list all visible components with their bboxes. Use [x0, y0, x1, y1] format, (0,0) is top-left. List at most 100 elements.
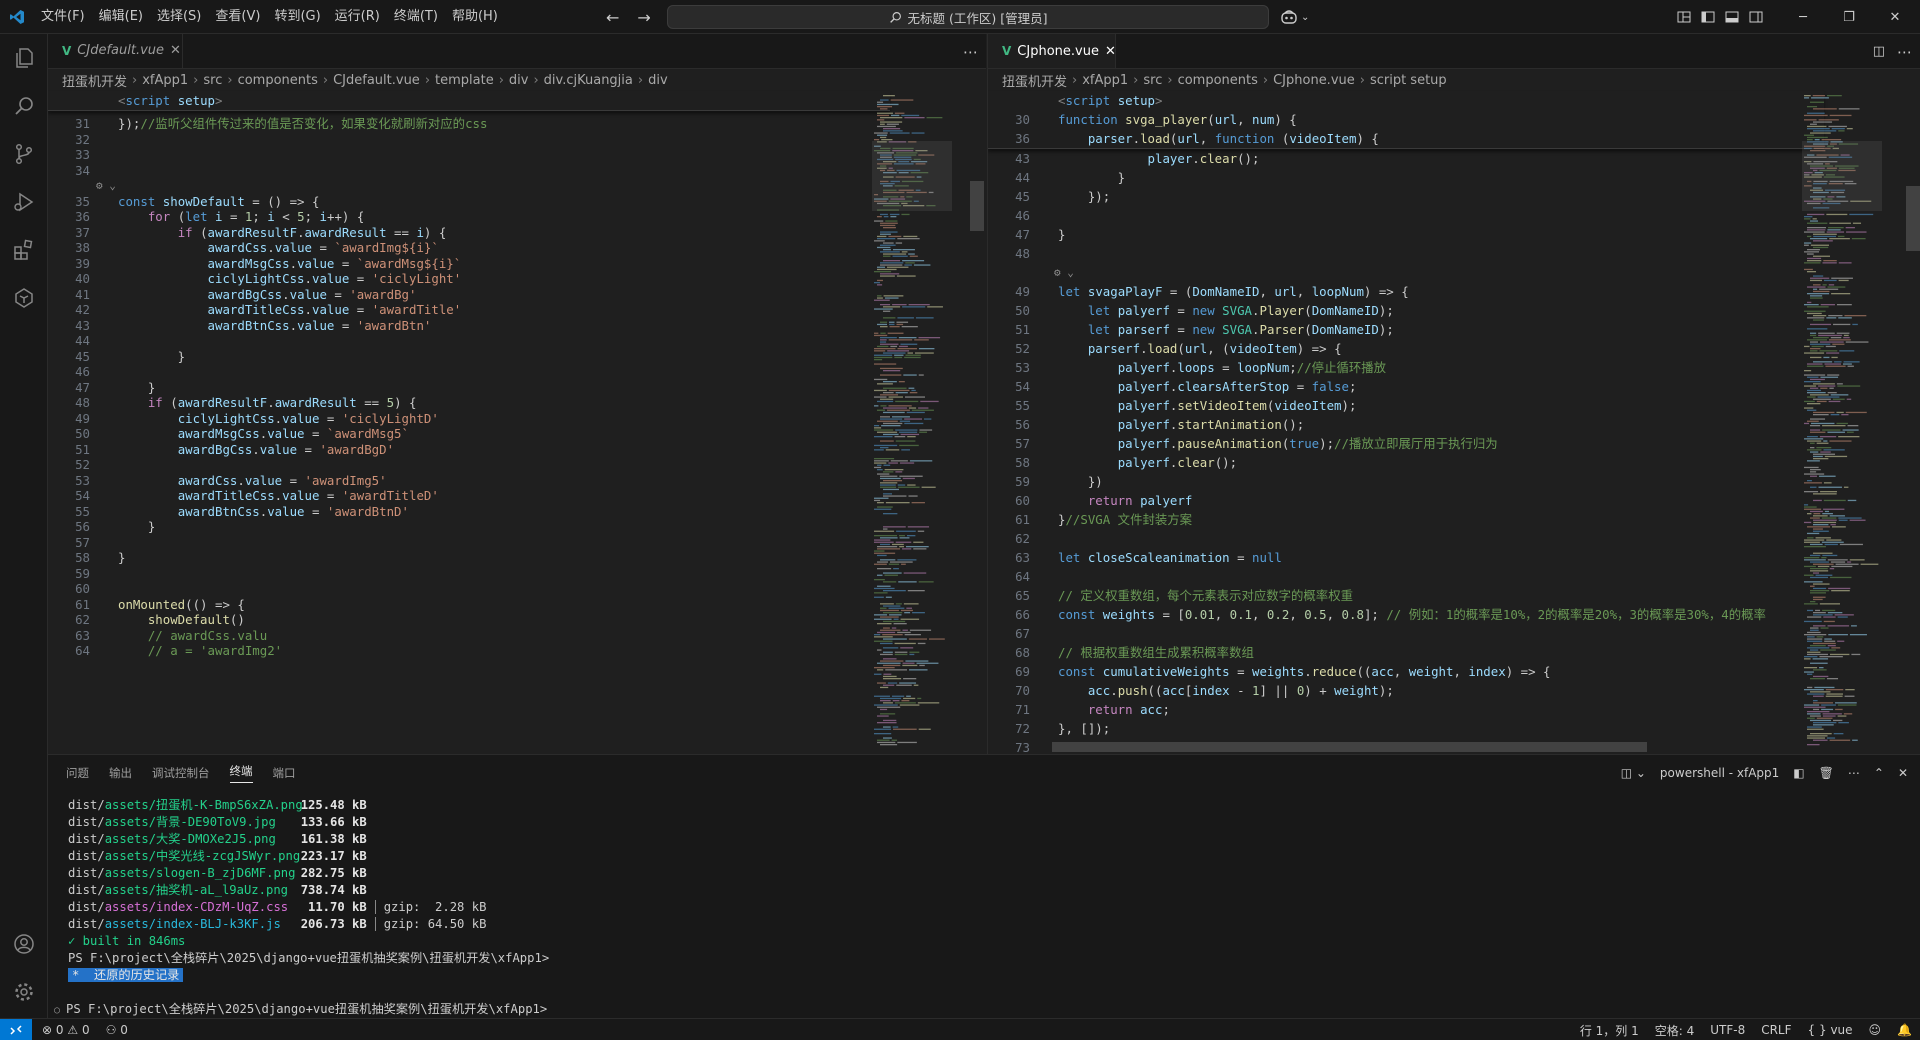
breadcrumb-item[interactable]: src: [1143, 73, 1162, 88]
breadcrumb-item[interactable]: xfApp1: [142, 73, 188, 88]
line-number: 63: [1015, 550, 1030, 565]
tab-cjdefault[interactable]: V CJdefault.vue ✕: [48, 34, 183, 68]
split-editor-icon[interactable]: ◫: [1873, 44, 1885, 59]
end-of-line[interactable]: CRLF: [1761, 1023, 1791, 1037]
copilot-icon[interactable]: ⌄: [1280, 0, 1309, 34]
split-icon[interactable]: ◧: [1793, 766, 1804, 780]
breadcrumb-item[interactable]: CJdefault.vue: [333, 73, 420, 88]
panel-tab[interactable]: 终端: [229, 763, 253, 783]
remote-indicator-icon[interactable]: [0, 1018, 32, 1040]
notifications-bell-icon[interactable]: 🔔: [1897, 1023, 1912, 1037]
code-line: 46: [988, 206, 1920, 225]
close-icon[interactable]: ✕: [1105, 44, 1116, 59]
menu-item[interactable]: 查看(V): [208, 0, 267, 34]
code-editor[interactable]: 31});//监听父组件传过来的值是否变化，如果变化就刷新对应的css 32 33 3…: [48, 91, 986, 754]
vertical-scrollbar[interactable]: [970, 91, 984, 754]
code-line: 43 player.clear();: [988, 149, 1920, 168]
minimize-icon[interactable]: ─: [1780, 0, 1826, 34]
code-text: }, []);: [1058, 721, 1111, 736]
problems-indicator[interactable]: ⊗ 0 ⚠ 0: [42, 1023, 90, 1037]
breadcrumb-item[interactable]: 扭蛋机开发: [1002, 71, 1067, 90]
breadcrumb-item[interactable]: template: [435, 73, 494, 88]
breadcrumb-item[interactable]: 扭蛋机开发: [62, 71, 127, 90]
menu-item[interactable]: 帮助(H): [445, 0, 505, 34]
terminal-name[interactable]: powershell - xfApp1: [1660, 766, 1779, 780]
vscode-logo-icon: [0, 0, 34, 34]
code-text: palyerf.loops = loopNum;//停止循环播放: [1117, 360, 1387, 375]
extensions-icon[interactable]: [0, 226, 48, 274]
split-terminal-icon[interactable]: ◫ ⌄: [1621, 766, 1646, 780]
code-line: 67: [988, 624, 1920, 643]
breadcrumb-item[interactable]: components: [238, 73, 318, 88]
minimap[interactable]: [872, 91, 952, 754]
more-actions-icon[interactable]: ⋯: [1897, 43, 1912, 61]
breadcrumb-item[interactable]: components: [1178, 73, 1258, 88]
panel-tab[interactable]: 端口: [273, 765, 296, 781]
customize-layout-icon[interactable]: [1677, 10, 1691, 24]
terminal-line: dist/assets/index-BLJ-k3KF.js 206.73 kB gz…: [68, 916, 549, 933]
back-arrow-icon[interactable]: ←: [606, 8, 619, 27]
menu-item[interactable]: 运行(R): [328, 0, 387, 34]
indentation[interactable]: 空格: 4: [1655, 1022, 1695, 1039]
terminal-dir: dist/: [68, 815, 105, 829]
maximize-panel-icon[interactable]: ⌃: [1874, 766, 1884, 780]
more-actions-icon[interactable]: ⋯: [1848, 766, 1860, 780]
menu-item[interactable]: 编辑(E): [92, 0, 150, 34]
terminal-prompt-current[interactable]: ○ PS F:\project\全栈碎片\2025\django+vue扭蛋机抽…: [54, 1001, 549, 1018]
account-icon[interactable]: [0, 920, 48, 968]
breadcrumb-item[interactable]: div: [648, 73, 668, 88]
language-mode[interactable]: { } vue: [1808, 1023, 1853, 1037]
trash-icon[interactable]: 🗑: [1819, 766, 1834, 780]
breadcrumb-item[interactable]: xfApp1: [1082, 73, 1128, 88]
terminal-size: 738.74 kB: [300, 883, 367, 897]
code-text: return acc;: [1087, 702, 1170, 717]
panel-tab[interactable]: 调试控制台: [152, 765, 210, 781]
fold-chevron-icon[interactable]: ⚙ ⌄: [1054, 263, 1074, 282]
menu-item[interactable]: 选择(S): [150, 0, 208, 34]
code-line: 49 let svagaPlayF = (DomNameID, url, loop…: [988, 282, 1920, 301]
minimap[interactable]: [1802, 91, 1882, 754]
close-panel-icon[interactable]: ✕: [1898, 766, 1908, 780]
tab-cjphone[interactable]: V CJphone.vue ✕: [988, 34, 1116, 68]
terminal[interactable]: dist/assets/扭蛋机-K-BmpS6xZA.png125.48 kB d…: [54, 797, 549, 1018]
vertical-scrollbar[interactable]: [1906, 91, 1920, 754]
line-number: 48: [1015, 246, 1030, 261]
ports-indicator[interactable]: ⚇ 0: [106, 1023, 128, 1037]
menu-item[interactable]: 终端(T): [387, 0, 445, 34]
code-line: 72}, []);: [988, 719, 1920, 738]
forward-arrow-icon[interactable]: →: [637, 8, 650, 27]
code-text: }//SVGA 文件封装方案: [1058, 512, 1193, 527]
search-icon[interactable]: [0, 82, 48, 130]
breadcrumb-item[interactable]: CJphone.vue: [1273, 73, 1355, 88]
panel-tab[interactable]: 输出: [109, 765, 132, 781]
horizontal-scrollbar[interactable]: [1052, 742, 1647, 752]
explorer-icon[interactable]: [0, 34, 48, 82]
remote-explorer-icon[interactable]: [0, 274, 48, 322]
copilot-status-icon[interactable]: ☺: [1869, 1023, 1882, 1037]
close-icon[interactable]: ✕: [170, 43, 181, 58]
settings-gear-icon[interactable]: [0, 968, 48, 1016]
close-icon[interactable]: ✕: [1872, 0, 1918, 34]
breadcrumb-item[interactable]: div: [509, 73, 529, 88]
menu-item[interactable]: 文件(F): [34, 0, 92, 34]
source-control-icon[interactable]: [0, 130, 48, 178]
breadcrumb-item[interactable]: src: [203, 73, 222, 88]
code-line: 62: [988, 529, 1920, 548]
encoding[interactable]: UTF-8: [1710, 1023, 1745, 1037]
terminal-dir: dist/: [68, 900, 105, 914]
breadcrumb: 扭蛋机开发 › xfApp1 › src › components › CJphone.vue ›…: [988, 69, 1920, 91]
menu-item[interactable]: 转到(G): [267, 0, 327, 34]
line-number: 70: [1015, 683, 1030, 698]
toggle-panel-icon[interactable]: [1725, 10, 1739, 24]
more-actions-icon[interactable]: ⋯: [963, 43, 978, 61]
breadcrumb-item[interactable]: script setup: [1370, 73, 1447, 88]
panel-tab[interactable]: 问题: [66, 765, 89, 781]
code-editor[interactable]: 43 player.clear(); 44 } 45 }); 46 47} 48 ⚙ ⌄ 49…: [988, 91, 1920, 754]
toggle-primary-sidebar-icon[interactable]: [1701, 10, 1715, 24]
breadcrumb-item[interactable]: div.cjKuangjia: [544, 73, 633, 88]
restore-icon[interactable]: ❐: [1826, 0, 1872, 34]
toggle-secondary-sidebar-icon[interactable]: [1749, 10, 1763, 24]
run-debug-icon[interactable]: [0, 178, 48, 226]
cursor-position[interactable]: 行 1，列 1: [1580, 1022, 1639, 1039]
command-center[interactable]: 无标题 (工作区) [管理员]: [667, 5, 1269, 29]
